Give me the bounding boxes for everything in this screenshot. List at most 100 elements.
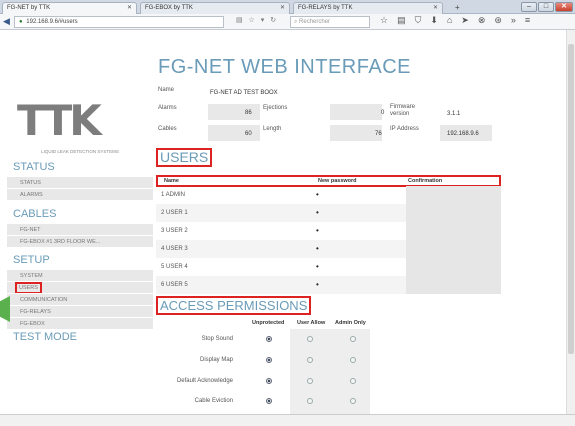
nav-section-setup[interactable]: SETUP [13,254,50,266]
nav-item-users-label: USERS [15,282,42,293]
user-row: 4 USER 3 • [156,240,501,258]
browser-nav-bar: ◀ ● 192.168.9.6/#users ▤ ☆ ▾ ↻ ⌕ Recherc… [0,14,575,30]
radio-user-allow[interactable] [307,378,313,384]
tab-fg-net[interactable]: FG-NET by TTK ✕ [2,2,137,14]
tab-label: FG-NET by TTK [7,5,51,11]
tab-label: FG-EBOX by TTK [145,5,193,11]
nav-item-fg-net[interactable]: FG-NET [7,224,153,236]
firmware-value: 3.1.1 [447,111,461,117]
tab-fg-ebox[interactable]: FG-EBOX by TTK ✕ [140,2,290,14]
user-name: 1 ADMIN [161,192,186,198]
nav-item-fg-ebox[interactable]: FG-EBOX #1 3RD FLOOR WE... [7,236,153,248]
perm-label: Stop Sound [201,336,233,342]
new-password-field[interactable]: • [316,190,319,199]
radio-unprotected[interactable] [266,336,272,342]
new-password-field[interactable]: • [316,280,319,289]
back-arrow-icon[interactable]: ◀ [3,16,10,27]
firmware-label: Firmware version [390,104,415,117]
col-admin-only: Admin Only [335,320,366,326]
cables-value: 60 [245,131,252,137]
access-permissions-heading: ACCESS PERMISSIONS [156,296,312,315]
radio-user-allow[interactable] [307,357,313,363]
new-password-field[interactable]: • [316,208,319,217]
radio-admin-only[interactable] [350,398,356,404]
confirmation-field[interactable] [406,186,501,204]
nav-item-system[interactable]: SYSTEM [7,270,153,282]
permissions-grid-bg [290,329,370,415]
radio-user-allow[interactable] [307,336,313,342]
radio-admin-only[interactable] [350,336,356,342]
user-row: 5 USER 4 • [156,258,501,276]
user-name: 4 USER 3 [161,246,188,252]
browser-tab-bar: FG-NET by TTK ✕ FG-EBOX by TTK ✕ FG-RELA… [0,0,575,14]
green-arrow-icon [0,296,10,322]
confirmation-field[interactable] [406,276,501,294]
ejections-label: Ejections [263,105,288,111]
col-name: Name [164,178,179,184]
nav-item-users[interactable]: USERS [7,282,153,294]
sidebar: TTK LIQUID LEAK DETECTION SYSTEMS STATUS… [7,30,153,426]
reload-icon[interactable]: ▤ ☆ ▾ ↻ [236,16,278,24]
new-tab-button[interactable]: + [455,3,460,12]
radio-admin-only[interactable] [350,357,356,363]
users-heading: USERS [156,148,213,167]
nav-item-fg-relays[interactable]: FG-RELAYS [7,306,153,318]
minimize-button[interactable]: – [521,2,537,12]
close-tab-icon[interactable]: ✕ [280,3,285,14]
cables-label: Cables [158,126,177,132]
radio-unprotected[interactable] [266,357,272,363]
perm-label: Display Map [199,357,233,363]
ttk-logo: TTK [17,96,102,145]
address-bar[interactable]: ● 192.168.9.6/#users [14,16,224,28]
user-name: 5 USER 4 [161,264,188,270]
nav-section-test-mode[interactable]: TEST MODE [13,331,77,343]
nav-section-cables[interactable]: CABLES [13,208,56,220]
ejections-cell [330,104,382,120]
close-tab-icon[interactable]: ✕ [127,3,132,14]
radio-user-allow[interactable] [307,398,313,404]
new-password-field[interactable]: • [316,226,319,235]
perm-label: Default Acknowledge [176,378,233,384]
col-user-allow: User Allow [297,320,326,326]
name-label: Name [158,87,175,93]
alarms-cell [208,104,260,120]
user-name: 2 USER 1 [161,210,188,216]
radio-unprotected[interactable] [266,378,272,384]
nav-item-communication[interactable]: COMMUNICATION [7,294,153,306]
nav-item-status[interactable]: STATUS [7,177,153,189]
search-field[interactable]: ⌕ Rechercher [290,16,370,28]
confirmation-field[interactable] [406,222,501,240]
user-row: 3 USER 2 • [156,222,501,240]
tab-fg-relays[interactable]: FG-RELAYS by TTK ✕ [293,2,443,14]
new-password-field[interactable]: • [316,262,319,271]
col-confirmation: Confirmation [408,178,443,184]
confirmation-field[interactable] [406,204,501,222]
user-row: 6 USER 5 • [156,276,501,294]
maximize-button[interactable]: □ [538,2,554,12]
vertical-scrollbar[interactable] [566,30,575,414]
scrollbar-thumb[interactable] [568,44,574,354]
logo-tagline: LIQUID LEAK DETECTION SYSTEMS [41,149,119,154]
tab-label: FG-RELAYS by TTK [298,5,353,11]
page-title: FG-NET WEB INTERFACE [158,56,411,78]
confirmation-field[interactable] [406,240,501,258]
status-bar [0,414,575,426]
user-name: 3 USER 2 [161,228,188,234]
globe-icon: ● [19,19,23,25]
close-tab-icon[interactable]: ✕ [433,3,438,14]
toolbar-icons[interactable]: ☆▤⛉⬇⌂➤⊗⊛»≡ [380,15,539,26]
confirmation-field[interactable] [406,258,501,276]
user-row: 2 USER 1 • [156,204,501,222]
nav-section-status[interactable]: STATUS [13,161,55,173]
perm-label: Cable Eviction [194,398,233,404]
length-value: 76 [375,131,382,137]
nav-item-fg-ebox-setup[interactable]: FG-EBOX [7,318,153,330]
radio-admin-only[interactable] [350,378,356,384]
radio-unprotected[interactable] [266,398,272,404]
new-password-field[interactable]: • [316,244,319,253]
alarms-value: 86 [245,110,252,116]
close-window-button[interactable]: ✕ [555,2,573,12]
name-value: FG-NET AD TEST BOOX [210,90,278,96]
nav-item-alarms[interactable]: ALARMS [7,189,153,201]
ejections-value: 0 [381,110,385,116]
